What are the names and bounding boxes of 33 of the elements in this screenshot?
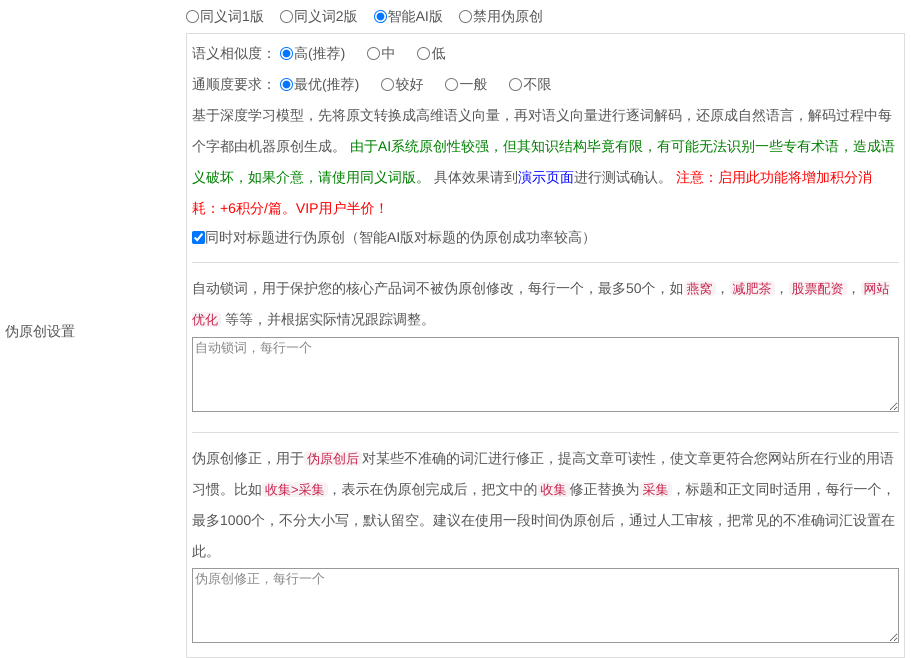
radio-label[interactable]: 智能AI版	[388, 6, 443, 27]
radio-button[interactable]	[381, 78, 394, 91]
radio-label[interactable]: 高(推荐)	[294, 43, 346, 64]
radio-button[interactable]	[374, 10, 387, 23]
radio-button[interactable]	[509, 78, 522, 91]
radio-label[interactable]: 中	[381, 43, 396, 64]
radio-label[interactable]: 低	[431, 43, 446, 64]
radio-button[interactable]	[280, 47, 293, 60]
input-field[interactable]: 伪原创修正，每行一个	[192, 568, 899, 643]
section-label: 伪原创设置	[5, 322, 75, 340]
radio-button[interactable]	[280, 10, 293, 23]
radio-label[interactable]: 同义词1版	[200, 6, 264, 27]
radio-button[interactable]	[367, 47, 380, 60]
radio-button[interactable]	[445, 78, 458, 91]
ai-description: 基于深度学习模型，先将原文转换成高维语义向量，再对语义向量进行逐词解码，还原成自然语言，解码过程中每个字都由机器原创生成。 由于AI系统原创性较强，但其知识结构毕竟有限，有可能无法识别一些专有术语，造成语义破坏，如果介意，请使用同义词版。 具体效果请到演示页面进行测试确认。 注意：启用此功能将增加积分消耗：+6积分/篇。VIP用户半价！	[192, 106, 896, 218]
radio-label[interactable]: 同义词2版	[294, 6, 358, 27]
auto-lock-description: 自动锁词，用于保护您的核心产品词不被伪原创修改，每行一个，最多50个，如 燕窝 ， 减肥茶 ， 股票配资 ， 网站优化 等等，并根据实际情况跟踪调整。	[192, 279, 891, 329]
checkbox[interactable]	[192, 230, 205, 244]
radio-label[interactable]: 最优(推荐)	[294, 74, 360, 95]
correction-description: 伪原创修正，用于 伪原创后 对某些不准确的词汇进行修正，提高文章可读性，使文章更符合您网站所在行业的用语习惯。比如 收集>采集 ，表示在伪原创完成后，把文中的 收集 修正替换为 采集 ，标题和正文同时适用，每行一个，最多1000个，不分大小写，默认留空。建议在使用一段时间伪原创后，通过人工审核，把常见的不准确词汇设置在此。	[192, 449, 897, 561]
setting-label: 语义相似度：	[192, 44, 276, 63]
radio-label[interactable]: 较好	[395, 74, 424, 95]
demo-page-link[interactable]: 演示页面	[518, 169, 574, 185]
radio-button[interactable]	[186, 10, 199, 23]
input-field[interactable]: 自动锁词，每行一个	[192, 337, 899, 412]
radio-label[interactable]: 禁用伪原创	[472, 6, 543, 27]
radio-button[interactable]	[280, 78, 293, 91]
radio-label[interactable]: 不限	[523, 74, 552, 95]
checkbox-label[interactable]: 同时对标题进行伪原创（智能AI版对标题的伪原创成功率较高）	[205, 226, 596, 248]
setting-label: 通顺度要求：	[192, 75, 276, 94]
radio-label[interactable]: 一般	[459, 74, 488, 95]
radio-button[interactable]	[458, 10, 472, 23]
radio-button[interactable]	[417, 47, 430, 60]
